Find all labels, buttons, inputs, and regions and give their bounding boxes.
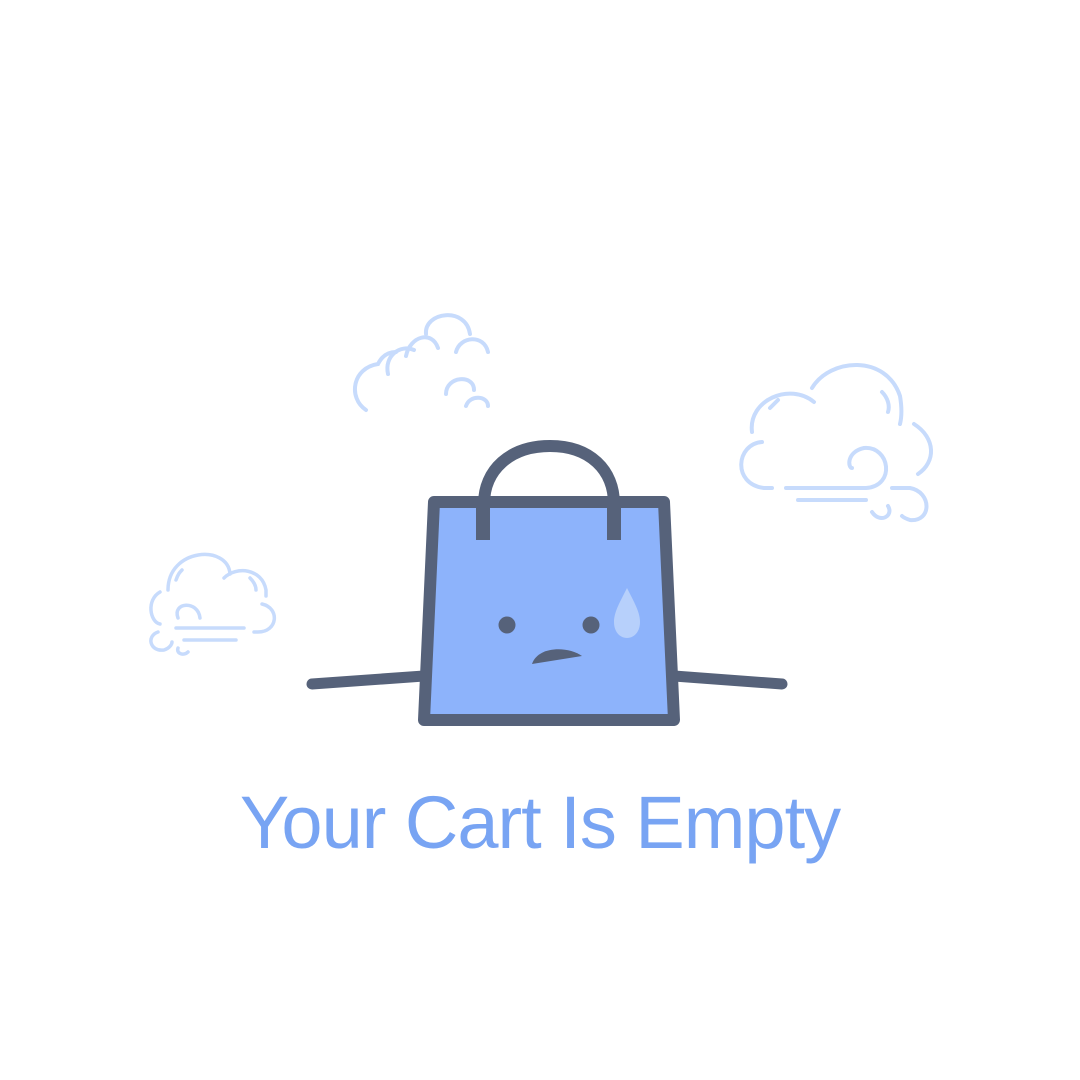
bag-handle (478, 439, 620, 510)
bag-left-eye (498, 616, 516, 634)
empty-cart-screen: Your Cart Is Empty (0, 0, 1080, 1080)
sad-shopping-bag-icon (418, 439, 680, 726)
wind-cloud-icon (149, 552, 276, 656)
bag-right-eye (582, 616, 600, 634)
cloud-icon (353, 313, 490, 412)
empty-cart-title: Your Cart Is Empty (239, 781, 841, 864)
empty-cart-illustration (149, 313, 933, 726)
wind-cloud-icon (739, 363, 933, 523)
